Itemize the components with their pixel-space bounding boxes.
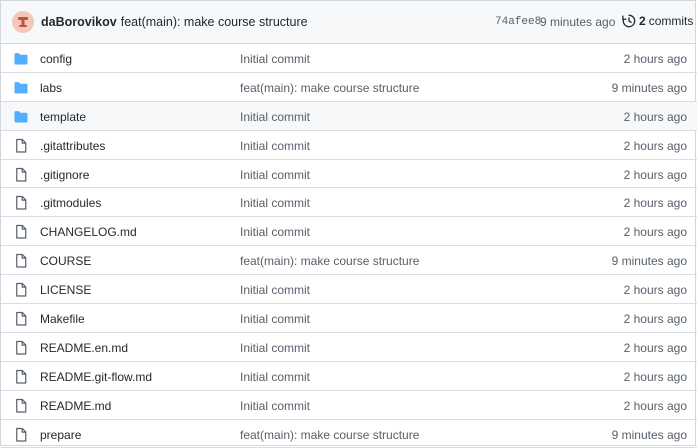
commit-sha[interactable]: 74afee8 — [495, 16, 541, 28]
commit-time: 9 minutes ago — [540, 15, 616, 29]
file-row[interactable]: Makefile Initial commit 2 hours ago — [1, 304, 697, 333]
commits-label: commits — [648, 14, 694, 28]
folder-icon — [13, 80, 29, 96]
file-row[interactable]: .gitmodules Initial commit 2 hours ago — [1, 188, 697, 218]
file-name-link[interactable]: .gitattributes — [40, 139, 105, 153]
file-browser: daBorovikov feat(main): make course struc… — [0, 0, 697, 448]
file-row[interactable]: template Initial commit 2 hours ago — [1, 101, 697, 131]
file-row[interactable]: COURSE feat(main): make course structure 9… — [1, 246, 697, 276]
file-name-link[interactable]: README.en.md — [40, 341, 128, 355]
file-commit-message-link[interactable]: Initial commit — [240, 283, 310, 297]
folder-icon — [13, 109, 29, 125]
folder-icon — [13, 51, 29, 67]
file-commit-time: 2 hours ago — [623, 369, 687, 384]
file-commit-time: 2 hours ago — [623, 52, 687, 66]
file-name-link[interactable]: .gitmodules — [40, 196, 101, 210]
file-commit-message-link[interactable]: Initial commit — [240, 196, 310, 210]
file-icon — [13, 138, 29, 154]
file-name-link[interactable]: CHANGELOG.md — [40, 225, 137, 239]
file-row[interactable]: .gitattributes Initial commit 2 hours ago — [1, 131, 697, 160]
file-name-link[interactable]: COURSE — [40, 254, 91, 268]
file-commit-message-link[interactable]: feat(main): make course structure — [240, 254, 419, 268]
commit-message[interactable]: feat(main): make course structure — [121, 15, 308, 29]
file-row[interactable]: LICENSE Initial commit 2 hours ago — [1, 275, 697, 305]
file-row[interactable]: prepare feat(main): make course structure… — [1, 420, 697, 448]
file-icon — [13, 398, 29, 414]
file-row[interactable]: CHANGELOG.md Initial commit 2 hours ago — [1, 217, 697, 247]
file-commit-message-link[interactable]: Initial commit — [240, 225, 310, 239]
author-name[interactable]: daBorovikov — [41, 15, 117, 29]
file-name-link[interactable]: .gitignore — [40, 168, 89, 182]
file-icon — [13, 427, 29, 443]
commit-count: 2 — [639, 14, 646, 28]
file-row[interactable]: README.md Initial commit 2 hours ago — [1, 391, 697, 420]
file-name-link[interactable]: Makefile — [40, 312, 85, 326]
file-commit-message-link[interactable]: Initial commit — [240, 370, 310, 384]
file-row[interactable]: config Initial commit 2 hours ago — [1, 44, 697, 73]
file-commit-time: 9 minutes ago — [611, 80, 687, 95]
file-commit-time: 9 minutes ago — [611, 427, 687, 442]
file-row[interactable]: labs feat(main): make course structure 9 m… — [1, 73, 697, 102]
file-commit-time: 2 hours ago — [623, 196, 687, 211]
commits-link[interactable]: 2 commits — [622, 14, 693, 28]
file-commit-time: 2 hours ago — [623, 398, 687, 413]
commit-author[interactable]: daBorovikov feat(main): make course struc… — [41, 15, 308, 29]
file-icon — [13, 340, 29, 356]
file-commit-time: 2 hours ago — [623, 109, 687, 124]
avatar[interactable] — [12, 11, 34, 33]
file-icon — [13, 369, 29, 385]
file-commit-message-link[interactable]: Initial commit — [240, 52, 310, 66]
file-icon — [13, 282, 29, 298]
file-commit-message-link[interactable]: feat(main): make course structure — [240, 428, 419, 442]
file-commit-time: 2 hours ago — [623, 138, 687, 153]
file-row[interactable]: README.git-flow.md Initial commit 2 hours … — [1, 362, 697, 391]
file-icon — [13, 253, 29, 269]
file-name-link[interactable]: config — [40, 52, 72, 66]
file-icon — [13, 311, 29, 327]
file-name-link[interactable]: README.git-flow.md — [40, 370, 152, 384]
file-commit-message-link[interactable]: Initial commit — [240, 139, 310, 153]
file-commit-message-link[interactable]: Initial commit — [240, 399, 310, 413]
file-commit-message-link[interactable]: Initial commit — [240, 312, 310, 326]
file-commit-message-link[interactable]: Initial commit — [240, 341, 310, 355]
file-commit-time: 2 hours ago — [623, 225, 687, 240]
file-commit-message-link[interactable]: Initial commit — [240, 110, 310, 124]
file-commit-time: 2 hours ago — [623, 312, 687, 327]
file-name-link[interactable]: template — [40, 110, 86, 124]
file-commit-message-link[interactable]: feat(main): make course structure — [240, 81, 419, 95]
file-name-link[interactable]: prepare — [40, 428, 81, 442]
history-icon — [622, 14, 636, 28]
file-list: config Initial commit 2 hours ago labs feat(… — [1, 44, 697, 448]
file-name-link[interactable]: LICENSE — [40, 283, 91, 297]
latest-commit-bar: daBorovikov feat(main): make course struc… — [1, 0, 695, 44]
file-icon — [13, 167, 29, 183]
file-commit-time: 2 hours ago — [623, 340, 687, 355]
file-commit-message-link[interactable]: Initial commit — [240, 168, 310, 182]
file-commit-time: 2 hours ago — [623, 167, 687, 182]
file-name-link[interactable]: labs — [40, 81, 62, 95]
file-commit-time: 2 hours ago — [623, 283, 687, 298]
file-row[interactable]: README.en.md Initial commit 2 hours ago — [1, 333, 697, 362]
file-icon — [13, 195, 29, 211]
file-icon — [13, 224, 29, 240]
file-row[interactable]: .gitignore Initial commit 2 hours ago — [1, 160, 697, 189]
file-commit-time: 9 minutes ago — [611, 254, 687, 269]
file-name-link[interactable]: README.md — [40, 399, 111, 413]
avatar-logo-icon — [18, 17, 28, 27]
